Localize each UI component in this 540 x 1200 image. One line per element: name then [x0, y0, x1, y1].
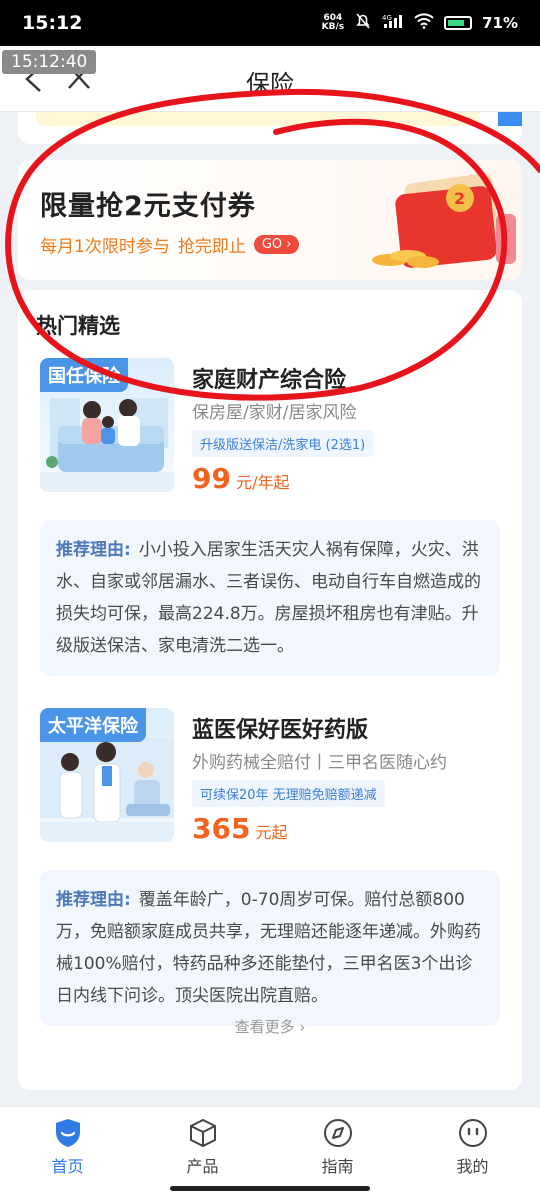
view-more-link[interactable]: 查看更多 ›	[18, 1016, 522, 1037]
mute-bell-icon	[354, 12, 372, 34]
battery-icon	[444, 16, 473, 30]
status-time: 15:12	[22, 12, 83, 34]
recommend-reason: 推荐理由: 小小投入居家生活天灾人祸有保障，火灾、洪水、自家或邻居漏水、三者误伤、…	[40, 520, 500, 676]
screenshot-timestamp: 15:12:40	[2, 50, 97, 74]
go-button[interactable]: GO ›	[253, 235, 300, 254]
product-name: 家庭财产综合险	[192, 368, 347, 393]
compass-icon	[323, 1119, 352, 1147]
net-speed: 604 KB/s	[321, 13, 345, 32]
status-bar: 15:12 604 KB/s 4G 71%	[0, 0, 540, 46]
product-card-medical[interactable]: 太平洋保险 蓝医保好医好药版 外购药械全赔付丨三甲名医随心约 可续保20年 无理…	[40, 708, 510, 848]
product-image: 国任保险	[40, 358, 174, 492]
product-image: 太平洋保险	[40, 708, 174, 842]
tab-home[interactable]: 首页	[0, 1107, 135, 1200]
product-price: 99 元/年起	[192, 462, 290, 495]
product-badge: 升级版送保洁/洗家电 (2选1)	[192, 430, 374, 457]
insurer-tag: 太平洋保险	[40, 708, 146, 742]
coupon-promo-banner[interactable]: 限量抢2元支付券 每月1次限时参与 抢完即止 GO › 2	[18, 160, 522, 280]
promo-title: 限量抢2元支付券	[40, 191, 256, 222]
battery-percent: 71%	[482, 14, 518, 32]
wifi-icon	[414, 13, 434, 33]
product-card-home-property[interactable]: 国任保险 家庭财产综合险 保房屋/家财/居家风险 升级版送保洁/洗家电 (2选1…	[40, 358, 510, 498]
tab-mine[interactable]: 我的	[405, 1107, 540, 1200]
product-price: 365 元起	[192, 812, 288, 845]
home-indicator[interactable]	[170, 1186, 370, 1191]
box-icon	[189, 1118, 216, 1148]
nav-bar: 保险 15:12:40	[0, 46, 540, 112]
product-badge: 可续保20年 无理赔免赔额递减	[192, 780, 385, 807]
recommend-reason: 推荐理由: 覆盖年龄广，0-70周岁可保。赔付总额800万，免赔额家庭成员共享，无…	[40, 870, 500, 1026]
status-icons: 604 KB/s 4G 71%	[322, 12, 518, 34]
red-envelope-coins-illustration: 2	[372, 173, 516, 268]
section-title: 热门精选	[36, 314, 120, 338]
scroll-content[interactable]: 限量抢2元支付券 每月1次限时参与 抢完即止 GO › 2 热门精选 国任保险 …	[0, 112, 540, 1106]
product-desc: 保房屋/家财/居家风险	[192, 403, 357, 423]
hot-picks-section: 热门精选 国任保险 家庭财产综合险 保房屋/家财/居家风险 升级版送保洁/洗家电…	[18, 290, 522, 1090]
insurer-tag: 国任保险	[40, 358, 128, 392]
product-desc: 外购药械全赔付丨三甲名医随心约	[192, 753, 447, 773]
svg-text:4G: 4G	[382, 14, 392, 22]
signal-icon: 4G	[382, 13, 404, 33]
product-name: 蓝医保好医好药版	[192, 718, 369, 743]
svg-text:2: 2	[454, 189, 465, 208]
previous-card	[18, 112, 522, 144]
shield-icon	[55, 1119, 80, 1147]
promo-subtitle: 每月1次限时参与 抢完即止 GO ›	[40, 232, 300, 257]
smile-icon	[458, 1119, 487, 1147]
